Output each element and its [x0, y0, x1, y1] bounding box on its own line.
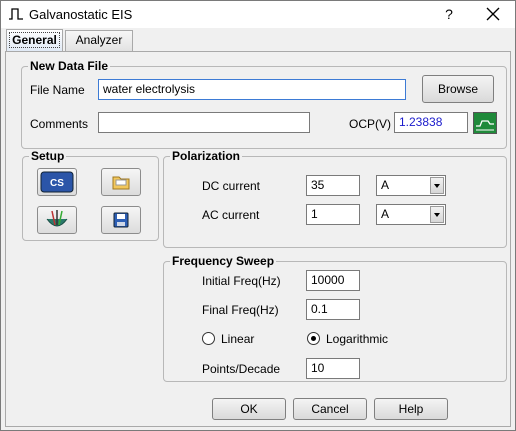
pulse-icon — [9, 8, 23, 20]
ocp-measure-button[interactable] — [473, 112, 497, 134]
comments-label: Comments — [30, 117, 89, 131]
close-button[interactable] — [479, 3, 507, 25]
points-per-decade-input[interactable]: 10 — [306, 358, 360, 379]
title-bar: Galvanostatic EIS ? — [1, 1, 515, 28]
tab-analyzer[interactable]: Analyzer — [65, 30, 133, 51]
tab-general[interactable]: General — [6, 29, 63, 52]
tab-general-label: General — [9, 32, 60, 48]
general-tab-panel: New Data File File Name water electrolys… — [5, 51, 511, 427]
ocp-label: OCP(V) — [349, 117, 391, 131]
ac-current-input[interactable]: 1 — [306, 204, 360, 225]
polarization-group: Polarization DC current 35 A AC current … — [163, 149, 507, 248]
electrode-setup-button[interactable] — [37, 206, 77, 234]
waveform-icon — [476, 120, 494, 131]
galvanostatic-eis-dialog: Galvanostatic EIS ? General Analyzer New… — [0, 0, 516, 431]
linear-label: Linear — [221, 332, 255, 346]
initial-freq-label: Initial Freq(Hz) — [202, 274, 281, 288]
logarithmic-radio[interactable] — [307, 332, 320, 345]
ok-button[interactable]: OK — [212, 398, 286, 420]
logarithmic-label: Logarithmic — [326, 332, 389, 346]
help-button[interactable]: Help — [374, 398, 448, 420]
new-data-file-group: New Data File File Name water electrolys… — [21, 59, 507, 149]
chevron-down-icon — [430, 177, 444, 194]
ac-current-unit-select[interactable]: A — [376, 204, 446, 225]
open-file-button[interactable] — [101, 168, 141, 196]
tab-analyzer-label: Analyzer — [75, 33, 123, 47]
browse-button[interactable]: Browse — [422, 75, 494, 103]
help-title-button[interactable]: ? — [439, 3, 459, 25]
frequency-sweep-group: Frequency Sweep Initial Freq(Hz) 10000 F… — [163, 254, 507, 382]
open-folder-icon — [112, 176, 130, 190]
chevron-down-icon — [430, 206, 444, 223]
frequency-sweep-title: Frequency Sweep — [170, 254, 277, 268]
ac-current-label: AC current — [202, 208, 260, 222]
initial-freq-input[interactable]: 10000 — [306, 270, 360, 291]
save-disk-icon — [113, 212, 129, 228]
file-name-input[interactable]: water electrolysis — [98, 79, 406, 100]
cs-device-button[interactable]: CS — [37, 168, 77, 196]
setup-group: Setup CS — [22, 149, 159, 241]
file-name-label: File Name — [30, 83, 85, 97]
final-freq-input[interactable]: 0.1 — [306, 299, 360, 320]
comments-input[interactable] — [98, 112, 310, 133]
electrode-icon — [46, 210, 68, 227]
cs-icon-text: CS — [50, 178, 64, 189]
points-per-decade-label: Points/Decade — [202, 362, 281, 376]
dc-current-input[interactable]: 35 — [306, 175, 360, 196]
dc-current-unit-value: A — [381, 178, 390, 192]
cs-device-icon: CS — [40, 171, 74, 193]
new-data-file-title: New Data File — [28, 59, 111, 73]
ac-current-unit-value: A — [381, 207, 390, 221]
window-title: Galvanostatic EIS — [29, 7, 133, 22]
dc-current-unit-select[interactable]: A — [376, 175, 446, 196]
cancel-button[interactable]: Cancel — [293, 398, 367, 420]
final-freq-label: Final Freq(Hz) — [202, 303, 279, 317]
dc-current-label: DC current — [202, 179, 261, 193]
ocp-value: 1.23838 — [394, 112, 468, 133]
polarization-title: Polarization — [170, 149, 243, 163]
linear-radio[interactable] — [202, 332, 215, 345]
setup-title: Setup — [29, 149, 67, 163]
save-setup-button[interactable] — [101, 206, 141, 234]
close-icon — [486, 7, 500, 21]
